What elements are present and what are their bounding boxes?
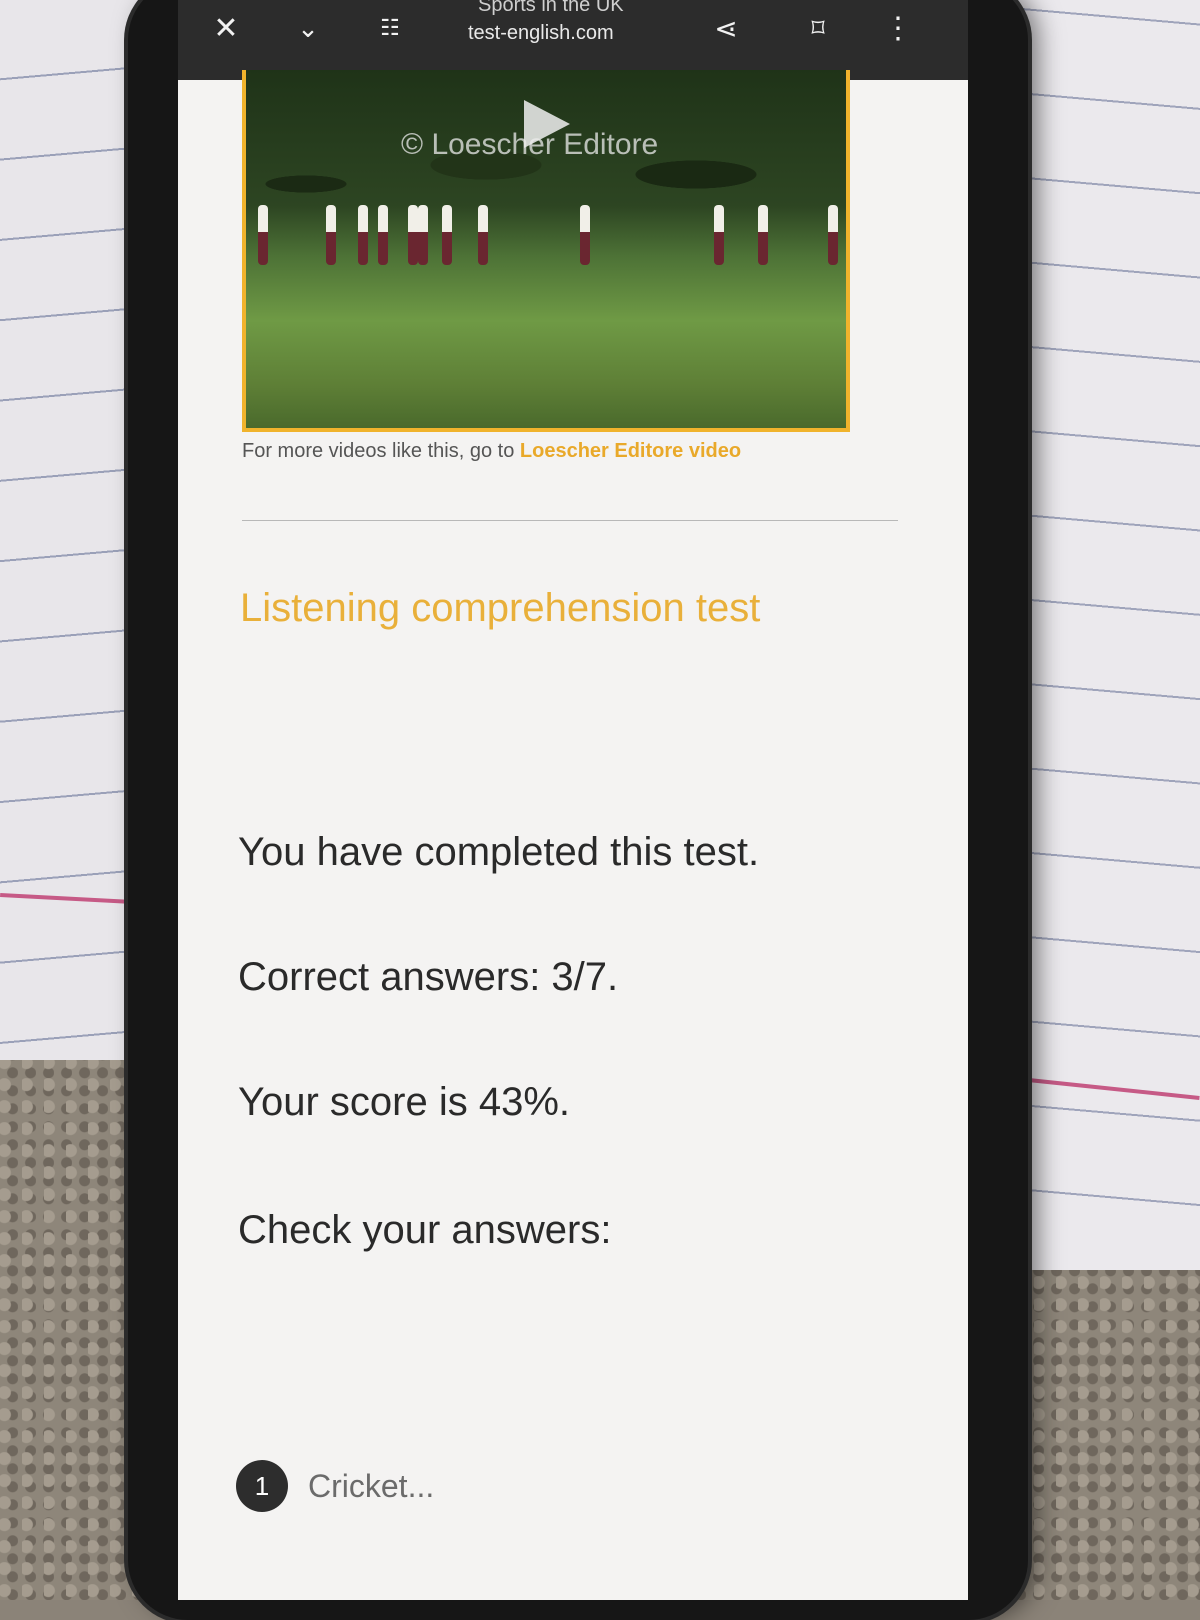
video-watermark: © Loescher Editore (401, 128, 659, 161)
bookmark-icon[interactable]: ⌑ (798, 8, 838, 48)
video-frame-players (246, 205, 846, 275)
page-title: Sports in the UK (478, 0, 624, 16)
video-note: For more videos like this, go to Loesche… (242, 440, 741, 463)
answer-number-badge: 1 (236, 1460, 288, 1512)
phone-screen: ✕ ⌄ ☷ Sports in the UK test-english.com … (178, 0, 968, 1600)
chevron-down-icon[interactable]: ⌄ (288, 8, 328, 48)
video-player[interactable]: © Loescher Editore (242, 70, 850, 432)
correct-answers-text: Correct answers: 3/7. (238, 955, 619, 999)
share-icon[interactable]: ⋖ (706, 8, 746, 48)
close-icon[interactable]: ✕ (206, 8, 246, 48)
completion-message: You have completed this test. (238, 830, 760, 874)
answer-item[interactable]: 1 Cricket... (236, 1460, 434, 1512)
check-answers-heading: Check your answers: (238, 1208, 612, 1252)
answer-text: Cricket... (308, 1467, 435, 1504)
url-display[interactable]: test-english.com (468, 22, 614, 45)
loescher-video-link[interactable]: Loescher Editore video (520, 440, 741, 462)
score-text: Your score is 43%. (238, 1080, 571, 1124)
tune-icon[interactable]: ☷ (370, 8, 410, 48)
phone-frame: ✕ ⌄ ☷ Sports in the UK test-english.com … (128, 0, 1028, 1620)
browser-toolbar: ✕ ⌄ ☷ Sports in the UK test-english.com … (178, 0, 968, 80)
page-content: © Loescher Editore For more videos like … (178, 70, 968, 1600)
section-title: Listening comprehension test (240, 586, 761, 630)
divider (242, 520, 898, 521)
video-note-text: For more videos like this, go to (242, 440, 520, 462)
more-vert-icon[interactable]: ⋮ (878, 8, 918, 48)
